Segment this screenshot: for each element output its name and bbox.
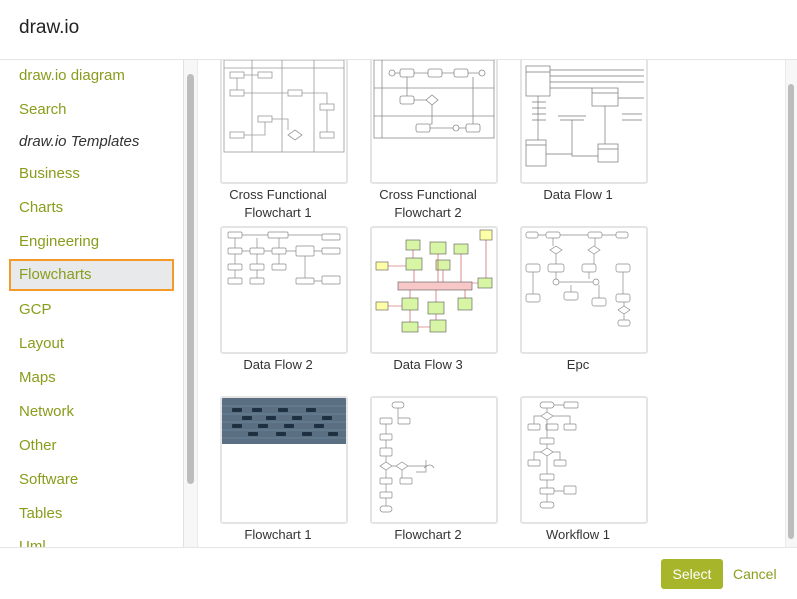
sidebar-item-charts[interactable]: Charts (9, 192, 174, 224)
diagram-preview-icon (379, 401, 435, 513)
diagram-preview-icon (375, 229, 493, 333)
template-tile-flowchart-2[interactable]: Flowchart 2 (348, 396, 508, 546)
template-label-line: Data Flow 1 (543, 187, 613, 202)
template-tile-cross-functional-1[interactable]: Cross Functional Flowchart 1 (198, 60, 358, 230)
sidebar-item-drawio-diagram[interactable]: draw.io diagram (9, 60, 174, 92)
diagram-preview-icon (525, 231, 631, 327)
template-tile-data-flow-3[interactable]: Data Flow 3 (348, 226, 508, 386)
cancel-button[interactable]: Cancel (733, 559, 777, 589)
grid-scrollbar-thumb[interactable] (788, 84, 794, 539)
sidebar-item-engineering[interactable]: Engineering (9, 226, 174, 258)
template-label-line: Cross Functional (379, 187, 477, 202)
template-thumbnail[interactable] (520, 226, 648, 354)
template-label-line: Flowchart 2 (394, 527, 462, 542)
template-thumbnail[interactable] (520, 396, 648, 524)
diagram-preview-icon (227, 231, 341, 285)
template-label-line: Epc (566, 357, 590, 372)
template-label-line: Flowchart 1 (244, 205, 312, 220)
template-label: Cross Functional Flowchart 2 (348, 186, 508, 222)
sidebar-item-software[interactable]: Software (9, 464, 174, 496)
sidebar-item-layout[interactable]: Layout (9, 328, 174, 360)
template-thumbnail[interactable] (220, 60, 348, 184)
sidebar-item-network[interactable]: Network (9, 396, 174, 428)
template-thumbnail[interactable] (370, 60, 498, 184)
template-label-line: Flowchart 1 (244, 527, 312, 542)
sidebar-item-tables[interactable]: Tables (9, 498, 174, 530)
template-label-line: Workflow 1 (545, 527, 611, 542)
select-button[interactable]: Select (661, 559, 723, 589)
sidebar-item-business[interactable]: Business (9, 158, 174, 190)
template-tile-epc[interactable]: Epc (498, 226, 658, 386)
template-label-line: Data Flow 2 (243, 357, 313, 372)
template-tile-cross-functional-2[interactable]: Cross Functional Flowchart 2 (348, 60, 508, 230)
template-thumbnail[interactable] (370, 226, 498, 354)
template-thumbnail[interactable] (220, 396, 348, 524)
template-label-line: Data Flow 3 (393, 357, 463, 372)
template-tile-flowchart-1[interactable]: Flowchart 1 (198, 396, 358, 546)
diagram-preview-icon (222, 398, 346, 444)
template-label: Flowchart 2 (348, 526, 508, 544)
template-label-line: Cross Functional (229, 187, 327, 202)
template-label: Data Flow 3 (348, 356, 508, 374)
sidebar-item-other[interactable]: Other (9, 430, 174, 462)
category-sidebar: draw.io diagram Search draw.io Templates… (0, 60, 184, 547)
template-label: Data Flow 2 (198, 356, 358, 374)
template-thumbnail[interactable] (220, 226, 348, 354)
sidebar-item-maps[interactable]: Maps (9, 362, 174, 394)
sidebar-item-flowcharts[interactable]: Flowcharts (9, 259, 174, 291)
template-label: Epc (498, 356, 658, 374)
template-thumbnail[interactable] (520, 60, 648, 184)
sidebar-item-gcp[interactable]: GCP (9, 294, 174, 326)
diagram-preview-icon (373, 60, 495, 139)
template-tile-data-flow-1[interactable]: Data Flow 1 (498, 60, 658, 230)
sidebar-scrollbar-thumb[interactable] (187, 74, 194, 484)
dialog-header: draw.io (0, 0, 797, 60)
template-label: Flowchart 1 (198, 526, 358, 544)
template-label: Cross Functional Flowchart 1 (198, 186, 358, 222)
template-grid: Cross Functional Flowchart 1 Cross Funct… (198, 60, 785, 547)
sidebar-item-search[interactable]: Search (9, 94, 174, 126)
diagram-preview-icon (223, 60, 345, 153)
diagram-preview-icon (525, 65, 644, 167)
sidebar-section-templates: draw.io Templates (19, 133, 140, 150)
template-tile-workflow-1[interactable]: Workflow 1 (498, 396, 658, 546)
sidebar-item-uml[interactable]: Uml (9, 531, 174, 547)
template-label-line: Flowchart 2 (394, 205, 462, 220)
template-tile-data-flow-2[interactable]: Data Flow 2 (198, 226, 358, 386)
template-label: Workflow 1 (498, 526, 658, 544)
diagram-preview-icon (527, 401, 579, 509)
template-thumbnail[interactable] (370, 396, 498, 524)
dialog-footer: Select Cancel (0, 547, 797, 599)
template-label: Data Flow 1 (498, 186, 658, 204)
app-title: draw.io (19, 17, 80, 38)
